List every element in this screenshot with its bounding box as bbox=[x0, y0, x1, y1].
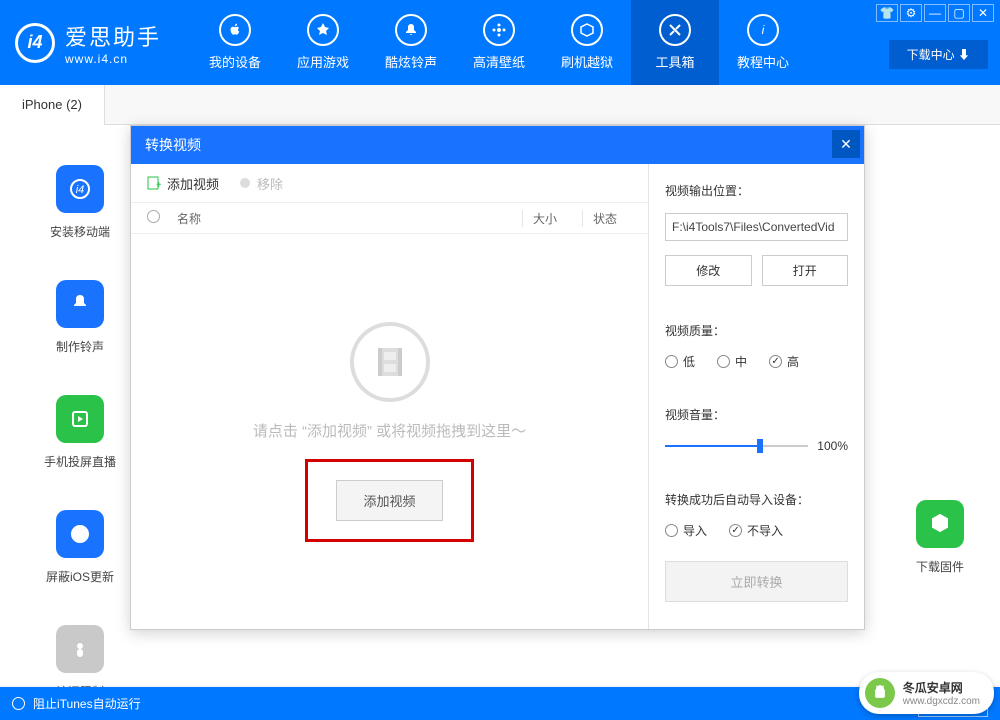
output-path-field[interactable]: F:\i4Tools7\Files\ConvertedVid bbox=[665, 213, 848, 241]
open-button[interactable]: 打开 bbox=[762, 255, 849, 286]
nav-jailbreak[interactable]: 刷机越狱 bbox=[543, 0, 631, 85]
svg-text:+: + bbox=[156, 180, 161, 190]
modal-left-pane: +添加视频 移除 名称 大小 状态 请点击 “添加视频” 或将视频拖拽到这里～ … bbox=[131, 164, 649, 629]
empty-state: 请点击 “添加视频” 或将视频拖拽到这里～ 添加视频 bbox=[131, 234, 648, 629]
quality-high[interactable]: 高 bbox=[769, 353, 799, 370]
topbar: i4 爱思助手 www.i4.cn 我的设备 应用游戏 酷炫铃声 高清壁纸 刷机… bbox=[0, 0, 1000, 85]
main-nav: 我的设备 应用游戏 酷炫铃声 高清壁纸 刷机越狱 工具箱 i教程中心 bbox=[191, 0, 807, 85]
bell-icon bbox=[395, 14, 427, 46]
svg-text:i4: i4 bbox=[76, 184, 85, 196]
empty-hint: 请点击 “添加视频” 或将视频拖拽到这里～ bbox=[253, 420, 526, 441]
convert-button[interactable]: 立即转换 bbox=[665, 561, 848, 602]
app-url: www.i4.cn bbox=[65, 52, 161, 66]
minimize-icon[interactable]: — bbox=[924, 4, 946, 22]
app-name: 爱思助手 bbox=[65, 20, 161, 52]
quality-label: 视频质量： bbox=[665, 322, 848, 339]
tool-column-right: 下载固件 bbox=[916, 500, 964, 575]
status-radio-icon[interactable] bbox=[12, 697, 25, 710]
quality-low[interactable]: 低 bbox=[665, 353, 695, 370]
tool-install-mobile[interactable]: i4安装移动端 bbox=[50, 165, 110, 240]
volume-slider[interactable]: 100% bbox=[665, 437, 848, 455]
box-icon bbox=[571, 14, 603, 46]
appstore-icon bbox=[307, 14, 339, 46]
maximize-icon[interactable]: ▢ bbox=[948, 4, 970, 22]
nav-wallpapers[interactable]: 高清壁纸 bbox=[455, 0, 543, 85]
highlight-box: 添加视频 bbox=[305, 459, 473, 542]
col-status: 状态 bbox=[582, 210, 632, 227]
tool-block-update[interactable]: 屏蔽iOS更新 bbox=[46, 510, 114, 585]
nav-apps[interactable]: 应用游戏 bbox=[279, 0, 367, 85]
info-icon: i bbox=[747, 14, 779, 46]
convert-video-modal: 转换视频 ✕ +添加视频 移除 名称 大小 状态 请点击 “添加视频” 或将视频… bbox=[130, 125, 865, 630]
modal-close-button[interactable]: ✕ bbox=[832, 130, 860, 158]
autoimport-radios: 导入 不导入 bbox=[665, 522, 848, 539]
close-icon[interactable]: ✕ bbox=[972, 4, 994, 22]
output-path-label: 视频输出位置： bbox=[665, 182, 848, 199]
android-icon bbox=[865, 678, 895, 708]
device-tabs: iPhone (2) bbox=[0, 85, 1000, 125]
status-bar: 阻止iTunes自动运行 V7.93 意见反馈 bbox=[0, 687, 1000, 720]
nav-ringtones[interactable]: 酷炫铃声 bbox=[367, 0, 455, 85]
autoimport-no[interactable]: 不导入 bbox=[729, 522, 783, 539]
modal-toolbar: +添加视频 移除 bbox=[131, 164, 648, 202]
modal-title: 转换视频 bbox=[145, 135, 201, 155]
col-size: 大小 bbox=[522, 210, 582, 227]
volume-value: 100% bbox=[817, 439, 848, 453]
tool-canvas: i4安装移动端 制作铃声 手机投屏直播 屏蔽iOS更新 访问限制 下载固件 转换… bbox=[0, 125, 1000, 685]
svg-text:i: i bbox=[762, 23, 765, 37]
film-icon bbox=[350, 322, 430, 402]
toolbar-add-video[interactable]: +添加视频 bbox=[147, 174, 219, 193]
modify-button[interactable]: 修改 bbox=[665, 255, 752, 286]
autoimport-label: 转换成功后自动导入设备： bbox=[665, 491, 848, 508]
col-name: 名称 bbox=[177, 210, 522, 227]
volume-label: 视频音量： bbox=[665, 406, 848, 423]
autoimport-yes[interactable]: 导入 bbox=[665, 522, 707, 539]
apple-icon bbox=[219, 14, 251, 46]
download-center-button[interactable]: 下载中心 ⬇ bbox=[889, 40, 988, 69]
tool-ringtone[interactable]: 制作铃声 bbox=[56, 280, 104, 355]
tool-screencast[interactable]: 手机投屏直播 bbox=[44, 395, 116, 470]
add-file-icon: + bbox=[147, 176, 161, 190]
tools-icon bbox=[659, 14, 691, 46]
tab-iphone[interactable]: iPhone (2) bbox=[0, 85, 105, 125]
watermark: 冬瓜安卓网 www.dgxcdz.com bbox=[859, 672, 994, 714]
nav-my-device[interactable]: 我的设备 bbox=[191, 0, 279, 85]
settings-icon[interactable]: ⚙ bbox=[900, 4, 922, 22]
tool-column-left: i4安装移动端 制作铃声 手机投屏直播 屏蔽iOS更新 访问限制 bbox=[44, 165, 116, 700]
add-video-button[interactable]: 添加视频 bbox=[336, 480, 442, 521]
nav-tutorials[interactable]: i教程中心 bbox=[719, 0, 807, 85]
remove-icon bbox=[239, 177, 251, 189]
flower-icon bbox=[483, 14, 515, 46]
tool-download-firmware[interactable]: 下载固件 bbox=[916, 500, 964, 575]
col-checkbox[interactable] bbox=[147, 210, 177, 226]
modal-right-pane: 视频输出位置： F:\i4Tools7\Files\ConvertedVid 修… bbox=[649, 164, 864, 629]
window-controls: 👕 ⚙ — ▢ ✕ bbox=[876, 4, 994, 22]
toolbar-remove: 移除 bbox=[239, 174, 283, 193]
skin-icon[interactable]: 👕 bbox=[876, 4, 898, 22]
app-logo: i4 爱思助手 www.i4.cn bbox=[15, 20, 161, 66]
logo-badge-icon: i4 bbox=[15, 23, 55, 63]
quality-radios: 低 中 高 bbox=[665, 353, 848, 370]
nav-toolbox[interactable]: 工具箱 bbox=[631, 0, 719, 85]
watermark-url: www.dgxcdz.com bbox=[903, 696, 980, 707]
quality-mid[interactable]: 中 bbox=[717, 353, 747, 370]
list-header: 名称 大小 状态 bbox=[131, 202, 648, 234]
status-itunes[interactable]: 阻止iTunes自动运行 bbox=[33, 695, 141, 712]
modal-titlebar[interactable]: 转换视频 ✕ bbox=[131, 126, 864, 164]
watermark-title: 冬瓜安卓网 bbox=[903, 679, 980, 696]
